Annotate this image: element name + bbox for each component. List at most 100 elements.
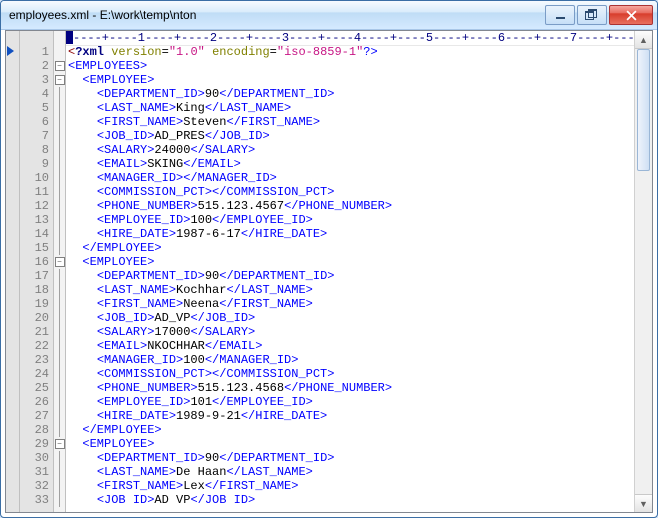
- window-controls: [545, 5, 653, 25]
- fold-toggle[interactable]: −: [54, 437, 65, 451]
- line-number: 24: [20, 367, 53, 381]
- close-button[interactable]: [609, 5, 653, 25]
- code-line[interactable]: <SALARY>24000</SALARY>: [68, 143, 634, 157]
- fold-toggle[interactable]: −: [54, 73, 65, 87]
- code-line[interactable]: <?xml version="1.0" encoding="iso-8859-1…: [68, 45, 634, 59]
- fold-minus-icon: −: [55, 75, 65, 85]
- ruler-text: ----+----1----+----2----+----3----+----4…: [73, 31, 634, 45]
- minimize-button[interactable]: [545, 5, 575, 25]
- line-number: 14: [20, 227, 53, 241]
- code-line[interactable]: <HIRE_DATE>1989-9-21</HIRE_DATE>: [68, 409, 634, 423]
- code-line[interactable]: <JOB_ID>AD_VP</JOB_ID>: [68, 311, 634, 325]
- fold-guide: [54, 353, 65, 367]
- code-line[interactable]: <COMMISSION_PCT></COMMISSION_PCT>: [68, 185, 634, 199]
- vertical-scrollbar[interactable]: ▲ ▼: [634, 31, 652, 512]
- line-number: 10: [20, 171, 53, 185]
- titlebar[interactable]: employees.xml - E:\work\temp\nton: [1, 1, 657, 30]
- line-number: 23: [20, 353, 53, 367]
- line-number: 33: [20, 493, 53, 507]
- line-number-gutter[interactable]: 1234567891011121314151617181920212223242…: [20, 31, 54, 512]
- code-line[interactable]: <PHONE_NUMBER>515.123.4568</PHONE_NUMBER…: [68, 381, 634, 395]
- fold-guide: [54, 297, 65, 311]
- fold-guide: [54, 325, 65, 339]
- code-line[interactable]: <LAST_NAME>De Haan</LAST_NAME>: [68, 465, 634, 479]
- window-title: employees.xml - E:\work\temp\nton: [9, 8, 545, 22]
- code-line[interactable]: <DEPARTMENT_ID>90</DEPARTMENT_ID>: [68, 87, 634, 101]
- scroll-down-button[interactable]: ▼: [635, 494, 652, 512]
- line-number: 27: [20, 409, 53, 423]
- line-number: 9: [20, 157, 53, 171]
- code-line[interactable]: <PHONE_NUMBER>515.123.4567</PHONE_NUMBER…: [68, 199, 634, 213]
- fold-toggle[interactable]: −: [54, 59, 65, 73]
- code-line[interactable]: <JOB_ID>AD_PRES</JOB_ID>: [68, 129, 634, 143]
- fold-guide: [54, 465, 65, 479]
- code-line[interactable]: <EMAIL>NKOCHHAR</EMAIL>: [68, 339, 634, 353]
- fold-guide: [54, 171, 65, 185]
- line-number: 21: [20, 325, 53, 339]
- line-number: 8: [20, 143, 53, 157]
- code-line[interactable]: </EMPLOYEE>: [68, 241, 634, 255]
- maximize-button[interactable]: [577, 5, 607, 25]
- code-line[interactable]: <COMMISSION_PCT></COMMISSION_PCT>: [68, 367, 634, 381]
- fold-guide: [54, 283, 65, 297]
- code-line[interactable]: <SALARY>17000</SALARY>: [68, 325, 634, 339]
- code-line[interactable]: <DEPARTMENT_ID>90</DEPARTMENT_ID>: [68, 269, 634, 283]
- code-line[interactable]: <LAST_NAME>King</LAST_NAME>: [68, 101, 634, 115]
- code-line[interactable]: <EMPLOYEE>: [68, 73, 634, 87]
- scroll-up-button[interactable]: ▲: [635, 31, 652, 49]
- fold-guide: [54, 101, 65, 115]
- fold-guide: [54, 423, 65, 437]
- line-number: 26: [20, 395, 53, 409]
- close-icon: [626, 10, 637, 21]
- fold-guide: [54, 493, 65, 507]
- code-line[interactable]: <LAST_NAME>Kochhar</LAST_NAME>: [68, 283, 634, 297]
- fold-guide: [54, 395, 65, 409]
- line-number: 19: [20, 297, 53, 311]
- line-number: 7: [20, 129, 53, 143]
- fold-minus-icon: −: [55, 439, 65, 449]
- code-lines[interactable]: <?xml version="1.0" encoding="iso-8859-1…: [68, 45, 634, 507]
- code-line[interactable]: <EMPLOYEE>: [68, 437, 634, 451]
- code-line[interactable]: <EMPLOYEE_ID>101</EMPLOYEE_ID>: [68, 395, 634, 409]
- editor-window: employees.xml - E:\work\temp\nton 123456…: [0, 0, 658, 518]
- fold-toggle[interactable]: −: [54, 255, 65, 269]
- line-number: 20: [20, 311, 53, 325]
- line-number: 28: [20, 423, 53, 437]
- scroll-thumb[interactable]: [637, 49, 650, 171]
- code-line[interactable]: <EMPLOYEES>: [68, 59, 634, 73]
- fold-guide: [54, 115, 65, 129]
- code-line[interactable]: </EMPLOYEE>: [68, 423, 634, 437]
- fold-guide: [54, 87, 65, 101]
- fold-guide: [54, 269, 65, 283]
- editor-area: 1234567891011121314151617181920212223242…: [5, 30, 653, 513]
- fold-guide: [54, 157, 65, 171]
- fold-guide: [54, 227, 65, 241]
- code-line[interactable]: <EMPLOYEE>: [68, 255, 634, 269]
- bookmark-margin[interactable]: [6, 31, 20, 512]
- line-number: 11: [20, 185, 53, 199]
- code-line[interactable]: <FIRST_NAME>Neena</FIRST_NAME>: [68, 297, 634, 311]
- code-line[interactable]: <MANAGER_ID></MANAGER_ID>: [68, 171, 634, 185]
- fold-guide: [54, 45, 65, 59]
- code-line[interactable]: <JOB ID>AD VP</JOB ID>: [68, 493, 634, 507]
- line-number: 6: [20, 115, 53, 129]
- line-number: 15: [20, 241, 53, 255]
- line-number: 2: [20, 59, 53, 73]
- code-line[interactable]: <FIRST_NAME>Lex</FIRST_NAME>: [68, 479, 634, 493]
- fold-guide: [54, 367, 65, 381]
- code-line[interactable]: <FIRST_NAME>Steven</FIRST_NAME>: [68, 115, 634, 129]
- code-line[interactable]: <MANAGER_ID>100</MANAGER_ID>: [68, 353, 634, 367]
- fold-guide: [54, 451, 65, 465]
- fold-guide: [54, 199, 65, 213]
- code-line[interactable]: <HIRE_DATE>1987-6-17</HIRE_DATE>: [68, 227, 634, 241]
- code-view[interactable]: ----+----1----+----2----+----3----+----4…: [66, 31, 634, 512]
- fold-gutter[interactable]: − − − −: [54, 31, 66, 512]
- column-ruler: ----+----1----+----2----+----3----+----4…: [66, 31, 634, 46]
- line-number: 32: [20, 479, 53, 493]
- code-line[interactable]: <EMPLOYEE_ID>100</EMPLOYEE_ID>: [68, 213, 634, 227]
- code-line[interactable]: <EMAIL>SKING</EMAIL>: [68, 157, 634, 171]
- line-number: 4: [20, 87, 53, 101]
- line-number: 13: [20, 213, 53, 227]
- code-line[interactable]: <DEPARTMENT_ID>90</DEPARTMENT_ID>: [68, 451, 634, 465]
- line-number: 22: [20, 339, 53, 353]
